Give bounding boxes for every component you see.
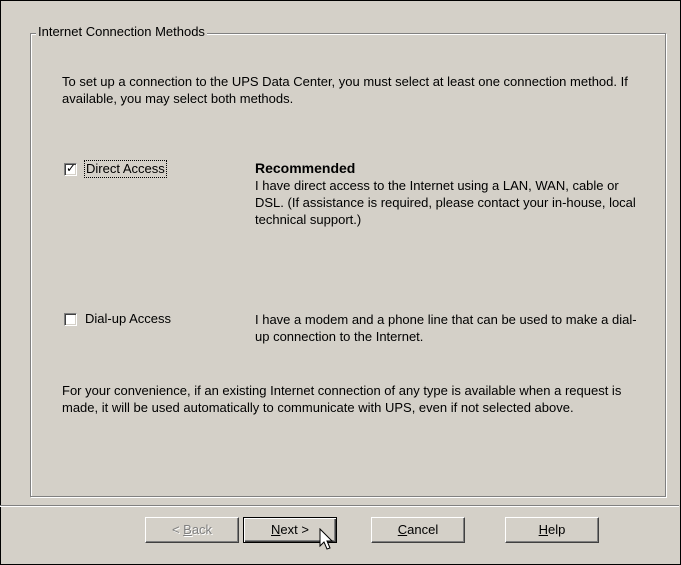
groupbox-title: Internet Connection Methods xyxy=(36,24,207,40)
help-button[interactable]: Help xyxy=(505,517,599,543)
dialup-access-checkbox-row[interactable]: Dial-up Access xyxy=(64,311,171,327)
dialup-access-label[interactable]: Dial-up Access xyxy=(85,311,171,327)
direct-access-checkbox[interactable]: ✓ xyxy=(64,160,77,176)
cancel-button-label: Cancel xyxy=(397,522,439,537)
dialup-access-description: I have a modem and a phone line that can… xyxy=(255,312,637,344)
intro-text: To set up a connection to the UPS Data C… xyxy=(62,74,628,106)
direct-access-description: I have direct access to the Internet usi… xyxy=(255,178,636,227)
convenience-note: For your convenience, if an existing Int… xyxy=(62,383,622,415)
direct-access-description-block: Recommended I have direct access to the … xyxy=(255,159,650,228)
recommended-heading: Recommended xyxy=(255,160,356,176)
mouse-pointer-icon xyxy=(319,528,334,550)
back-button-label: < Back xyxy=(171,522,213,537)
next-button-label: Next > xyxy=(271,522,309,537)
button-separator xyxy=(0,505,679,507)
direct-access-label[interactable]: Direct Access xyxy=(84,160,167,178)
dialup-access-checkbox[interactable] xyxy=(64,312,77,326)
direct-access-checkbox-row[interactable]: ✓ Direct Access xyxy=(64,160,167,178)
back-button[interactable]: < Back xyxy=(145,517,239,543)
cancel-button[interactable]: Cancel xyxy=(371,517,465,543)
help-button-label: Help xyxy=(538,522,566,537)
checkmark-icon: ✓ xyxy=(66,160,77,175)
